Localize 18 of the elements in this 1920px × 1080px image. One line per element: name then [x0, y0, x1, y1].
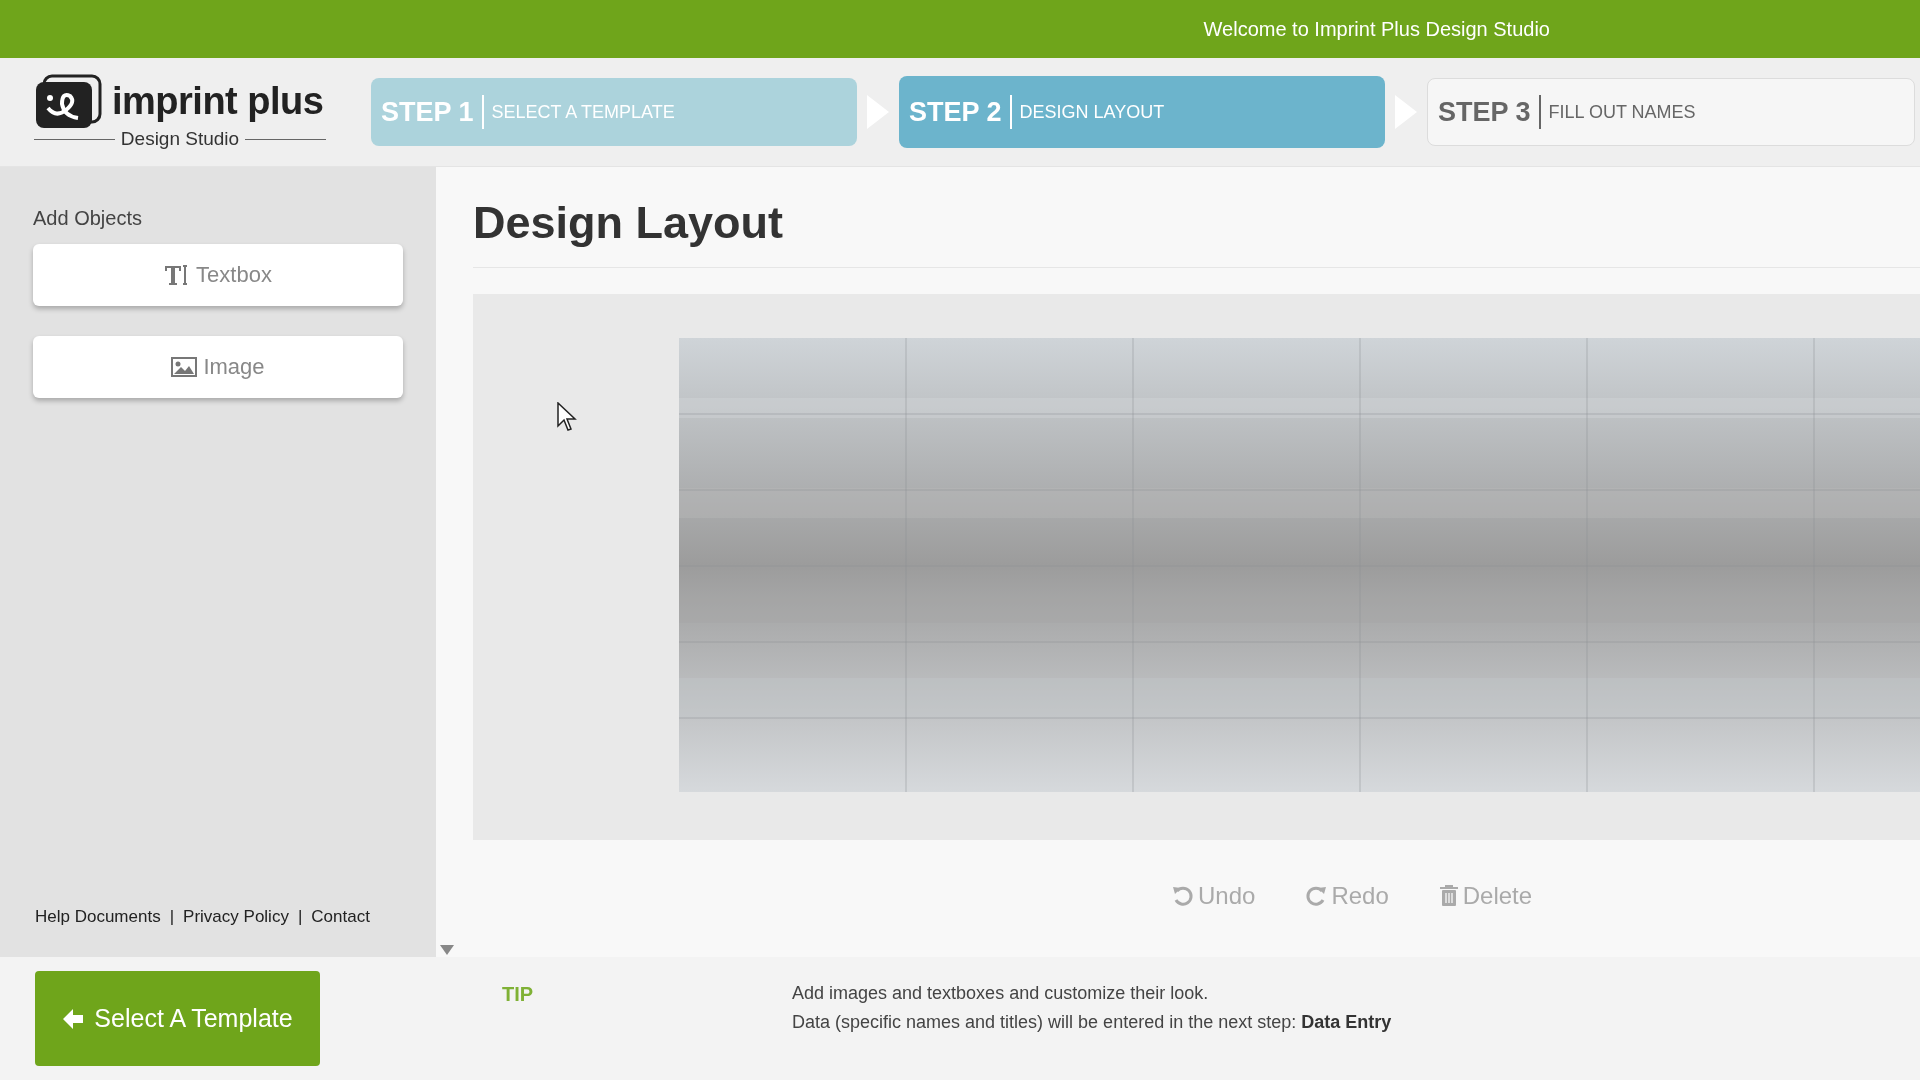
logo-name: imprint plus — [112, 79, 324, 123]
separator: | — [169, 907, 175, 927]
back-button[interactable]: Select A Template — [35, 971, 320, 1066]
separator: | — [297, 907, 303, 927]
add-image-button[interactable]: Image — [33, 336, 403, 398]
step-tab[interactable]: STEP 2 DESIGN LAYOUT — [899, 76, 1385, 148]
tip-text: Data (specific names and titles) will be entered in the next step: Data Entry — [792, 1012, 1392, 1033]
logo-subtitle: Design Studio — [120, 128, 240, 150]
add-textbox-button[interactable]: Textbox — [33, 244, 403, 306]
step-tab[interactable]: STEP 3 FILL OUT NAMES — [1427, 78, 1915, 146]
page-title: Design Layout — [473, 197, 1920, 268]
footer-link[interactable]: Contact — [311, 907, 370, 927]
tip-label: TIP — [502, 983, 535, 1006]
section-heading: Add Objects — [33, 207, 143, 230]
footer-link[interactable]: Help Documents — [35, 907, 161, 927]
welcome-text: Welcome to Imprint Plus Design Studio — [1203, 17, 1550, 41]
tip-text: Add images and textboxes and customize their look. — [792, 983, 1210, 1004]
footer-link[interactable]: Privacy Policy — [183, 907, 289, 927]
